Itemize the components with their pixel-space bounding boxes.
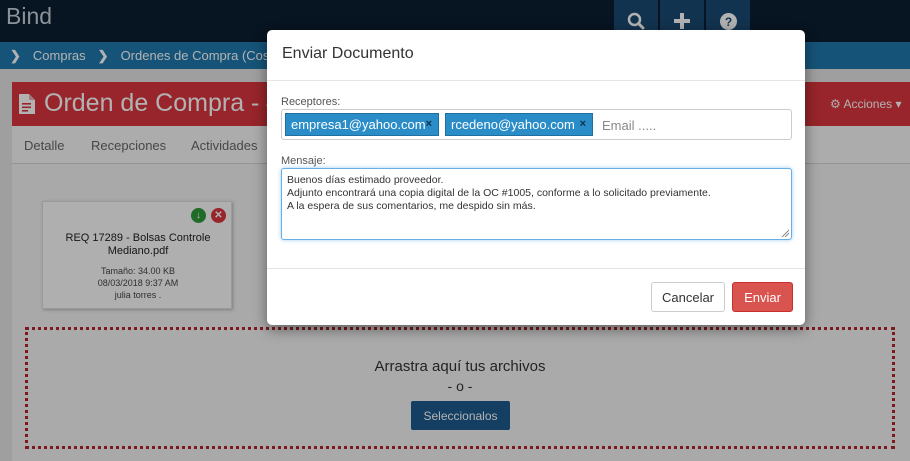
modal-header-divider (267, 80, 805, 81)
remove-tag-icon[interactable]: × (426, 118, 432, 130)
message-label: Mensaje: (281, 155, 326, 167)
email-input[interactable]: Email ..... (602, 118, 656, 133)
send-document-modal: Enviar Documento Receptores: empresa1@ya… (267, 30, 805, 325)
message-line: A la espera de sus comentarios, me despi… (287, 200, 536, 212)
message-line: Buenos días estimado proveedor. (287, 174, 444, 186)
resize-handle-icon[interactable] (781, 229, 789, 237)
message-line: Adjunto encontrará una copia digital de … (287, 187, 711, 199)
modal-footer-divider (267, 268, 805, 269)
recipient-tag: empresa1@yahoo.com × (285, 113, 439, 136)
remove-tag-icon[interactable]: × (580, 118, 586, 130)
cancel-button[interactable]: Cancelar (651, 282, 725, 312)
recipients-input[interactable]: empresa1@yahoo.com × rcedeno@yahoo.com ×… (281, 109, 792, 140)
message-textarea[interactable]: Buenos días estimado proveedor. Adjunto … (281, 168, 792, 240)
recipient-tag-label: empresa1@yahoo.com (291, 117, 426, 132)
recipient-tag-label: rcedeno@yahoo.com (451, 117, 575, 132)
modal-title: Enviar Documento (282, 45, 414, 62)
recipient-tag: rcedeno@yahoo.com × (445, 113, 593, 136)
recipients-label: Receptores: (281, 96, 341, 108)
send-button[interactable]: Enviar (732, 282, 793, 312)
